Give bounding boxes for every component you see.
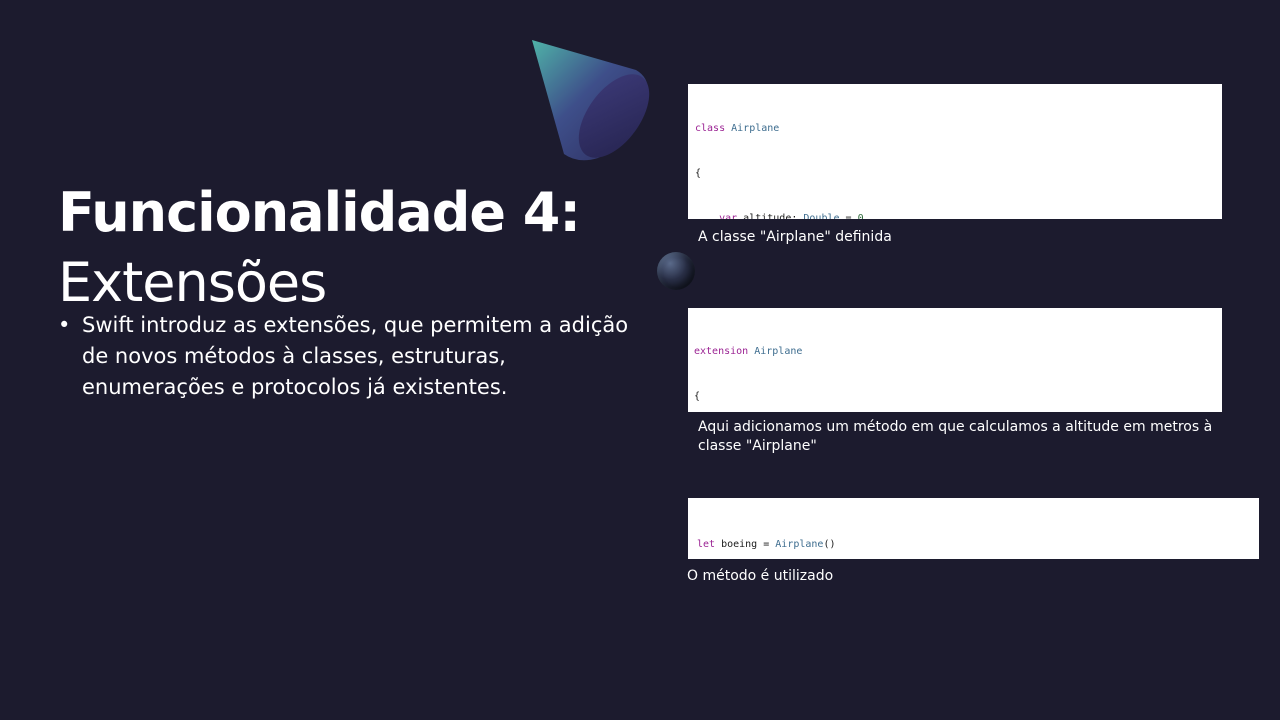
caption-usage: O método é utilizado (687, 568, 834, 584)
code-panel-usage: let boeing = Airplane() boeing.setAltitu… (688, 498, 1259, 559)
code-panel-class-definition: class Airplane { var altitude: Double = … (688, 84, 1222, 219)
bullet-text: Swift introduz as extensões, que permite… (82, 313, 629, 399)
slide: Funcionalidade 4: Extensões • Swift intr… (0, 0, 1280, 720)
bullet-marker: • (58, 313, 71, 337)
cone-icon (532, 40, 650, 161)
code-line: { (695, 168, 702, 179)
code-panel-extension: extension Airplane { func setAltitude(me… (688, 308, 1222, 412)
slide-title: Funcionalidade 4: Extensões (58, 180, 638, 316)
bullet-list: • Swift introduz as extensões, que permi… (58, 310, 638, 403)
title-line-bold: Funcionalidade 4: (58, 181, 581, 244)
caption-extension: Aqui adicionamos um método em que calcul… (698, 419, 1213, 454)
bullet-item: • Swift introduz as extensões, que permi… (58, 310, 638, 403)
code-line: { (694, 391, 701, 402)
code-line: class Airplane (695, 123, 780, 134)
sphere-icon (657, 252, 695, 290)
title-line-light: Extensões (58, 251, 327, 314)
code-line: extension Airplane (694, 346, 803, 357)
caption-class-definition: A classe "Airplane" definida (698, 229, 892, 245)
code-line: var altitude: Double = 0 (719, 213, 864, 219)
code-line: let boeing = Airplane() (697, 539, 836, 550)
